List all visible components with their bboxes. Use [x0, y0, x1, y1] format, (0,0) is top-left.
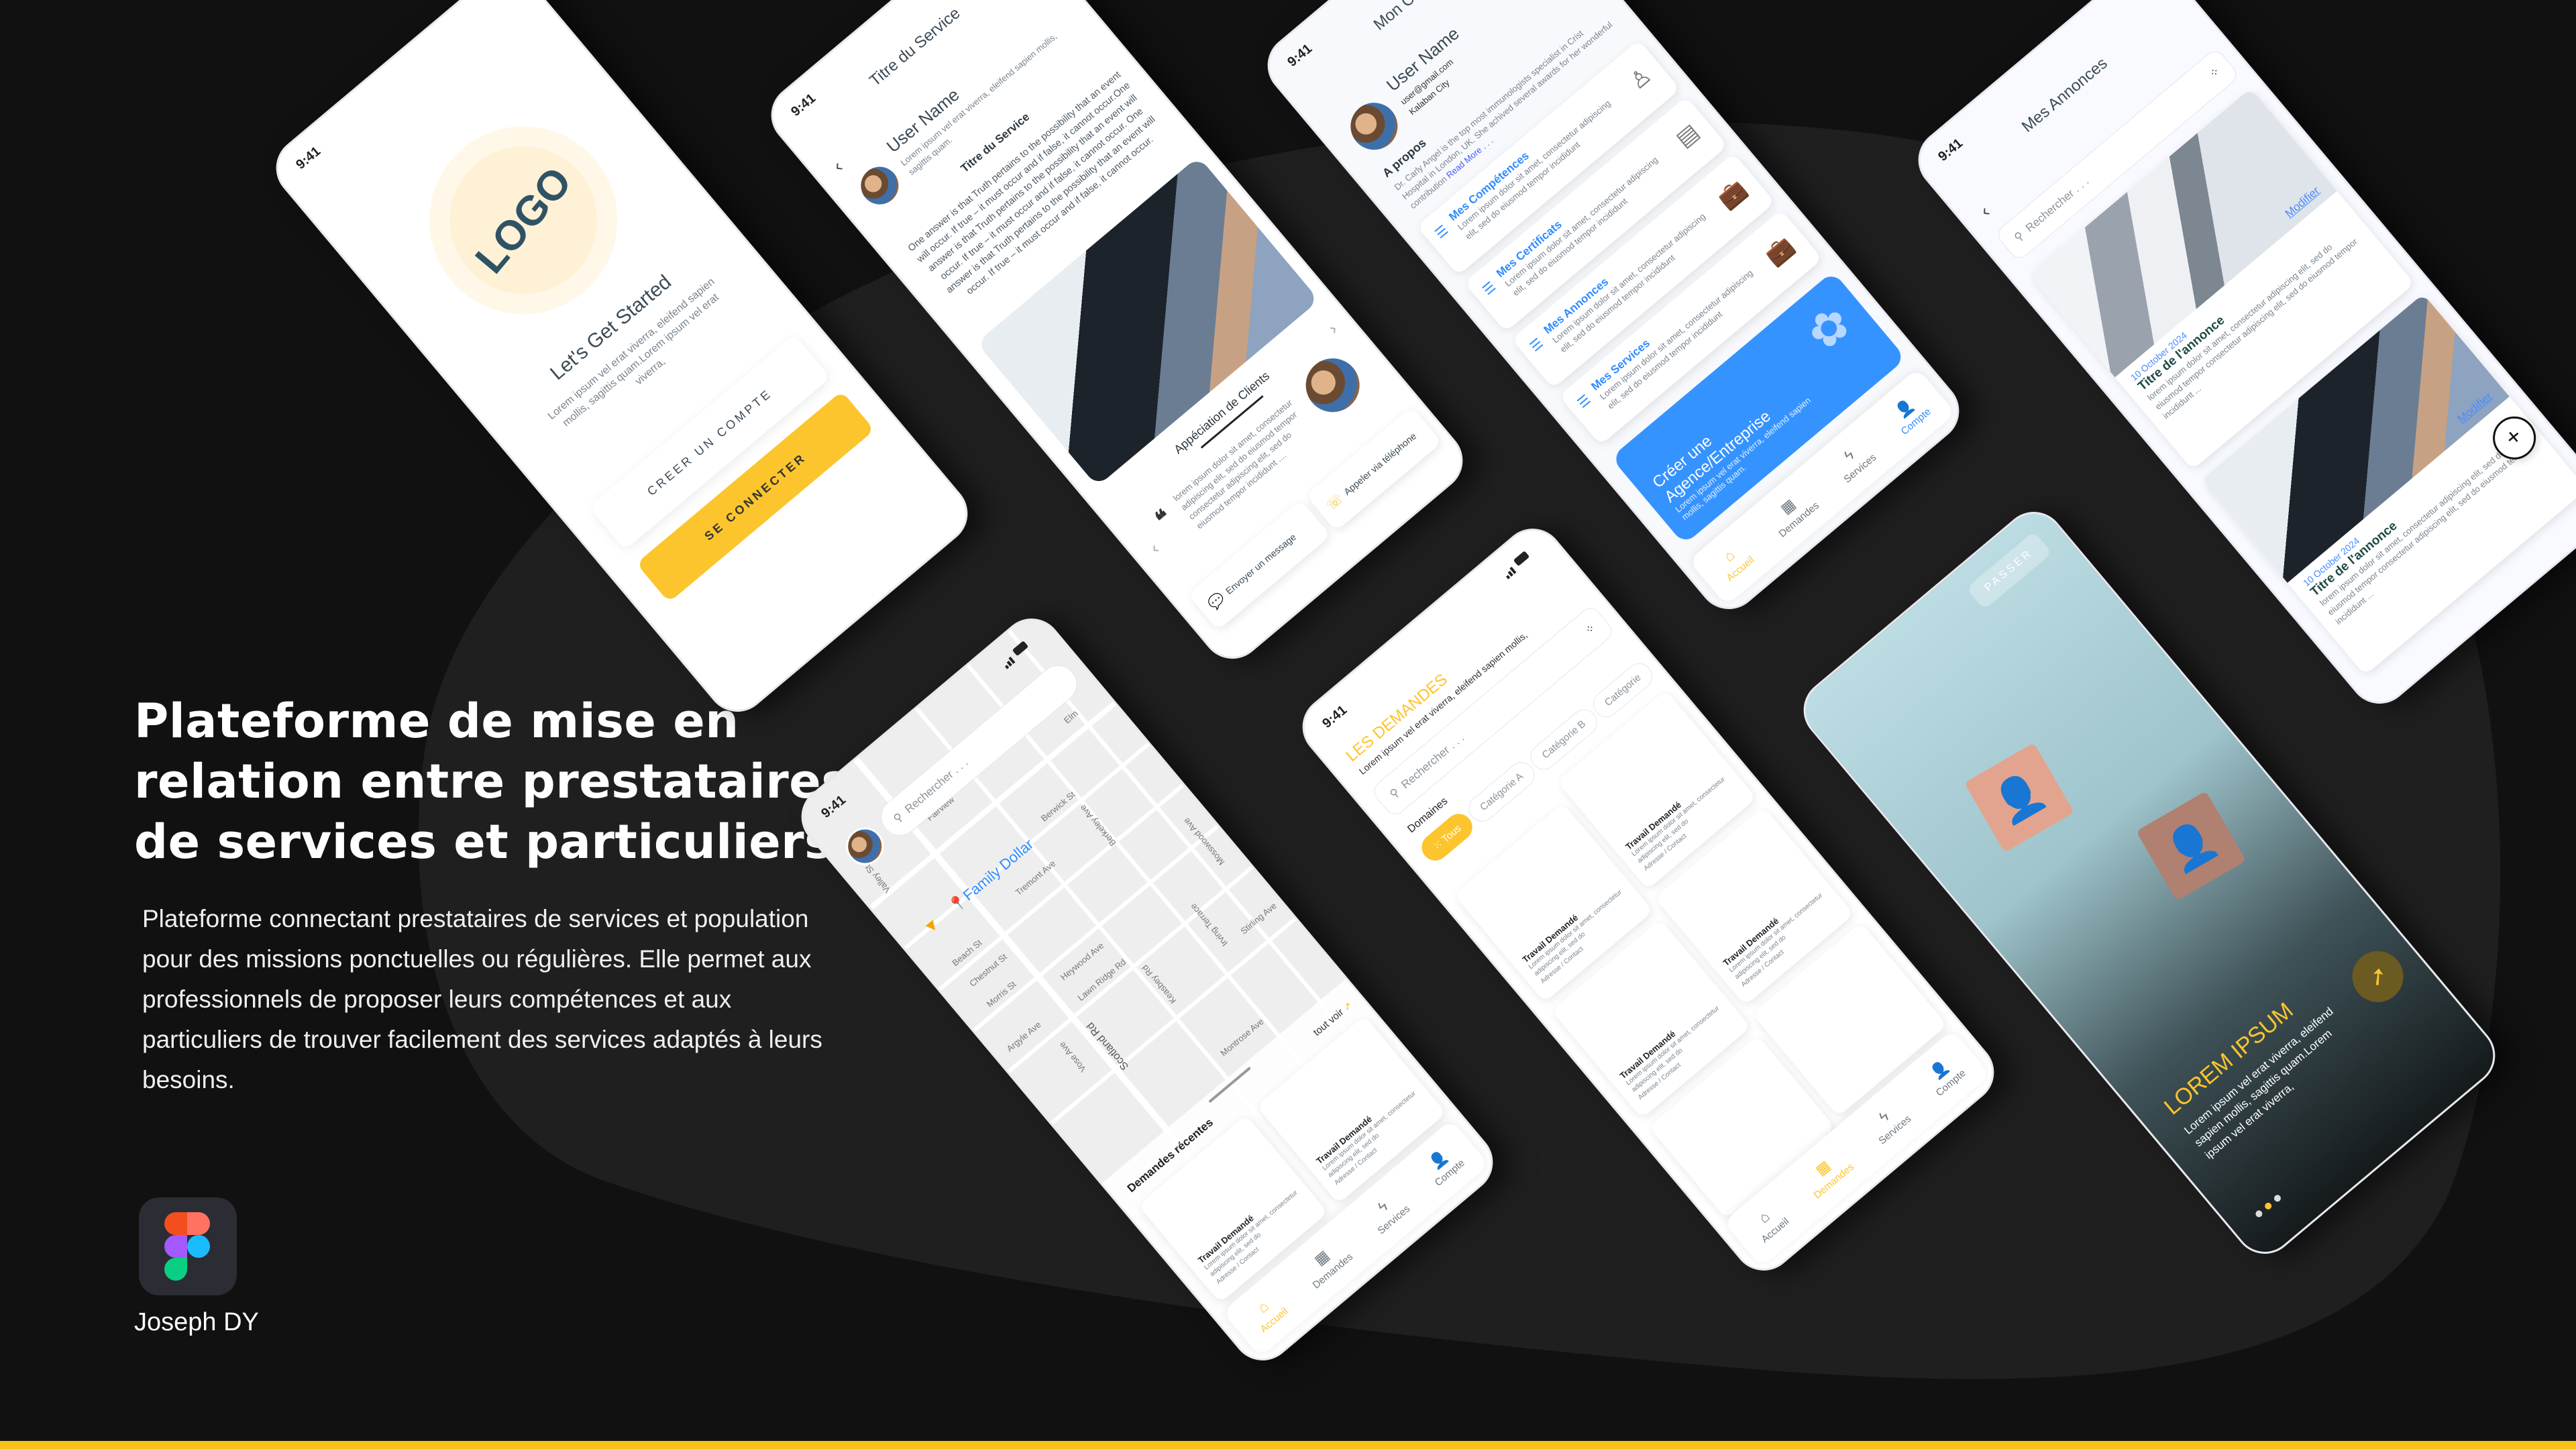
chat-icon: 💬 — [1205, 590, 1228, 612]
hero-description: Plateforme connectant prestataires de se… — [142, 905, 822, 1093]
status-time: 9:41 — [1285, 41, 1316, 70]
signal-icons — [1501, 544, 1538, 580]
nav-accueil[interactable]: ⌂ Accueil — [1746, 1200, 1791, 1245]
call-label: Appeler via téléphone — [1342, 430, 1419, 497]
nav-compte[interactable]: 👤 Compte — [1886, 390, 1933, 437]
street-label: Vose Ave — [1057, 1040, 1088, 1075]
search-icon: ⚲ — [891, 810, 906, 826]
figma-icon — [139, 1197, 237, 1295]
arrow-icon: ➚ — [1340, 999, 1355, 1014]
person-block-icon: 👤 — [2136, 791, 2247, 902]
status-time: 9:41 — [788, 91, 819, 119]
page-dot-active — [2263, 1201, 2273, 1211]
next-arrow-button[interactable]: ➚ — [2342, 941, 2414, 1013]
nav-compte[interactable]: 👤 Compte — [1921, 1052, 1968, 1099]
street-label: Berkeley Ave — [1077, 802, 1118, 849]
hero-section: Plateforme de mise en relation entre pre… — [134, 691, 906, 1100]
nav-services[interactable]: ϟ Services — [1362, 1187, 1412, 1236]
search-placeholder: Rechercher . . . — [1399, 731, 1467, 792]
page-dots — [2254, 1193, 2283, 1219]
avatar — [853, 159, 906, 213]
menu-lines-icon: ☰ — [1480, 279, 1499, 299]
status-time: 9:41 — [1320, 702, 1350, 731]
see-all-label: tout voir — [1311, 1006, 1346, 1038]
nav-demandes[interactable]: ▦ Demandes — [1297, 1236, 1355, 1291]
phone-icon: ☏ — [1324, 490, 1346, 513]
menu-lines-icon: ☰ — [1574, 392, 1594, 412]
lotus-icon: ✿ — [1796, 295, 1861, 361]
street-label: Tremont Ave — [1013, 858, 1058, 898]
hero-title: Plateforme de mise en relation entre pre… — [134, 691, 906, 872]
hero-title-line: de services et particuliers — [134, 814, 833, 869]
nav-accueil[interactable]: ⌂ Accueil — [1245, 1290, 1290, 1335]
chip-label: Tous — [1440, 822, 1464, 845]
nav-services[interactable]: ϟ Services — [1829, 436, 1878, 485]
back-chevron-icon[interactable]: ‹ — [828, 156, 847, 177]
street-label: Irving Terrace — [1188, 901, 1230, 949]
search-placeholder: Rechercher . . . — [2023, 174, 2092, 235]
author-name: Joseph DY — [134, 1308, 259, 1336]
back-chevron-icon[interactable]: ‹ — [1976, 201, 1994, 222]
prev-chevron-icon[interactable]: ‹ — [1146, 539, 1164, 558]
nav-accueil[interactable]: ⌂ Accueil — [1711, 539, 1756, 584]
street-label: Valley St — [863, 863, 893, 896]
reviewer-avatar — [1295, 347, 1371, 423]
page-dot — [2254, 1209, 2264, 1219]
avatar[interactable] — [1341, 93, 1407, 160]
logo: LOGO — [466, 158, 581, 282]
quote-icon: ❝ — [1150, 504, 1177, 533]
send-message-label: Envoyer un message — [1223, 531, 1298, 596]
page-dot — [2272, 1193, 2283, 1203]
nav-demandes[interactable]: ▦ Demandes — [1764, 484, 1821, 539]
search-icon: ⚲ — [1387, 786, 1402, 801]
filter-icon[interactable]: ⁘ — [2207, 64, 2223, 80]
person-block-icon: 👤 — [1964, 743, 2074, 853]
nav-demandes[interactable]: ▦ Demandes — [1799, 1146, 1856, 1201]
nav-compte[interactable]: 👤 Compte — [1419, 1142, 1467, 1189]
status-time: 9:41 — [293, 144, 324, 172]
menu-lines-icon: ☰ — [1527, 335, 1546, 355]
poi-label: Family Dollar — [959, 835, 1037, 904]
search-icon: ⚲ — [2011, 229, 2027, 245]
filter-icon[interactable]: ⁘ — [1582, 621, 1599, 637]
status-time: 9:41 — [1935, 136, 1966, 164]
hero-title-line: Plateforme de mise en — [134, 694, 739, 749]
poi-marker[interactable]: 📍Family Dollar — [946, 836, 1037, 916]
bottom-accent-line — [0, 1441, 2576, 1449]
hero-title-line: relation entre prestataires — [134, 754, 850, 809]
menu-lines-icon: ☰ — [1432, 222, 1452, 242]
nav-services[interactable]: ϟ Services — [1864, 1097, 1913, 1146]
